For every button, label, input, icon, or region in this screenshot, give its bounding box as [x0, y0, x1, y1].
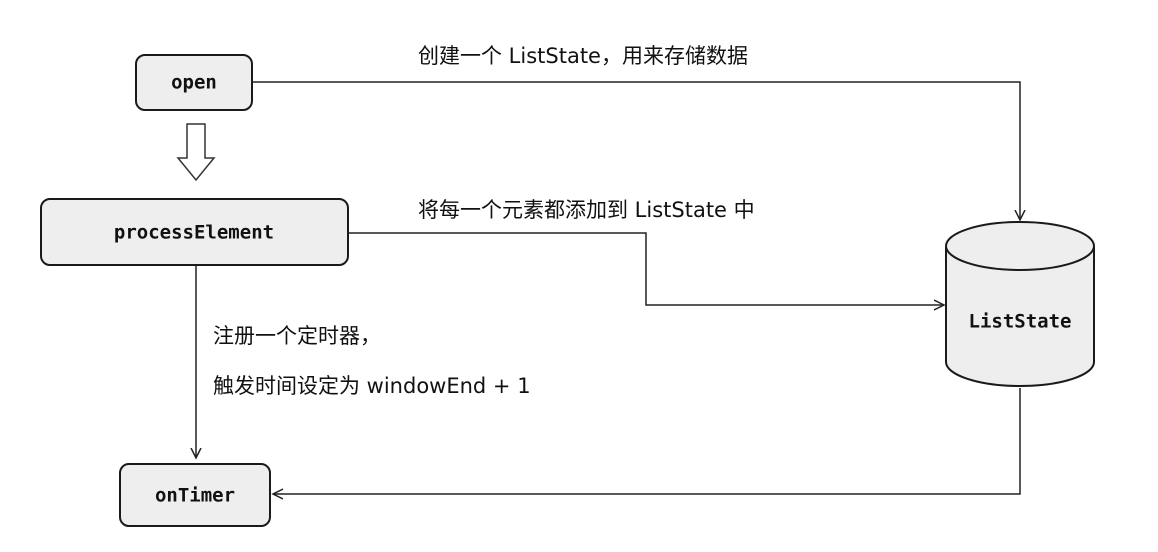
flow-diagram: open processElement onTimer ListState 创建… — [40, 44, 1095, 527]
edge-label-open-to-liststate: 创建一个 ListState，用来存储数据 — [418, 44, 748, 68]
edge-label-process-to-timer-line1: 注册一个定时器， — [213, 324, 381, 348]
hollow-down-arrow-icon — [176, 123, 216, 182]
node-on-timer-label: onTimer — [155, 485, 235, 507]
node-open-label: open — [171, 72, 217, 94]
node-open: open — [135, 54, 253, 111]
node-list-state-label: ListState — [969, 311, 1072, 333]
node-process-element-label: processElement — [114, 222, 274, 244]
node-on-timer: onTimer — [119, 463, 271, 527]
node-process-element: processElement — [40, 198, 349, 266]
edge-label-process-to-timer-line2: 触发时间设定为 windowEnd + 1 — [213, 374, 531, 398]
edge-label-process-to-liststate: 将每一个元素都添加到 ListState 中 — [418, 198, 755, 222]
edge-processelement-to-liststate — [348, 232, 944, 305]
edge-liststate-to-ontimer — [273, 388, 1021, 494]
node-list-state-cylinder: ListState — [945, 221, 1095, 387]
